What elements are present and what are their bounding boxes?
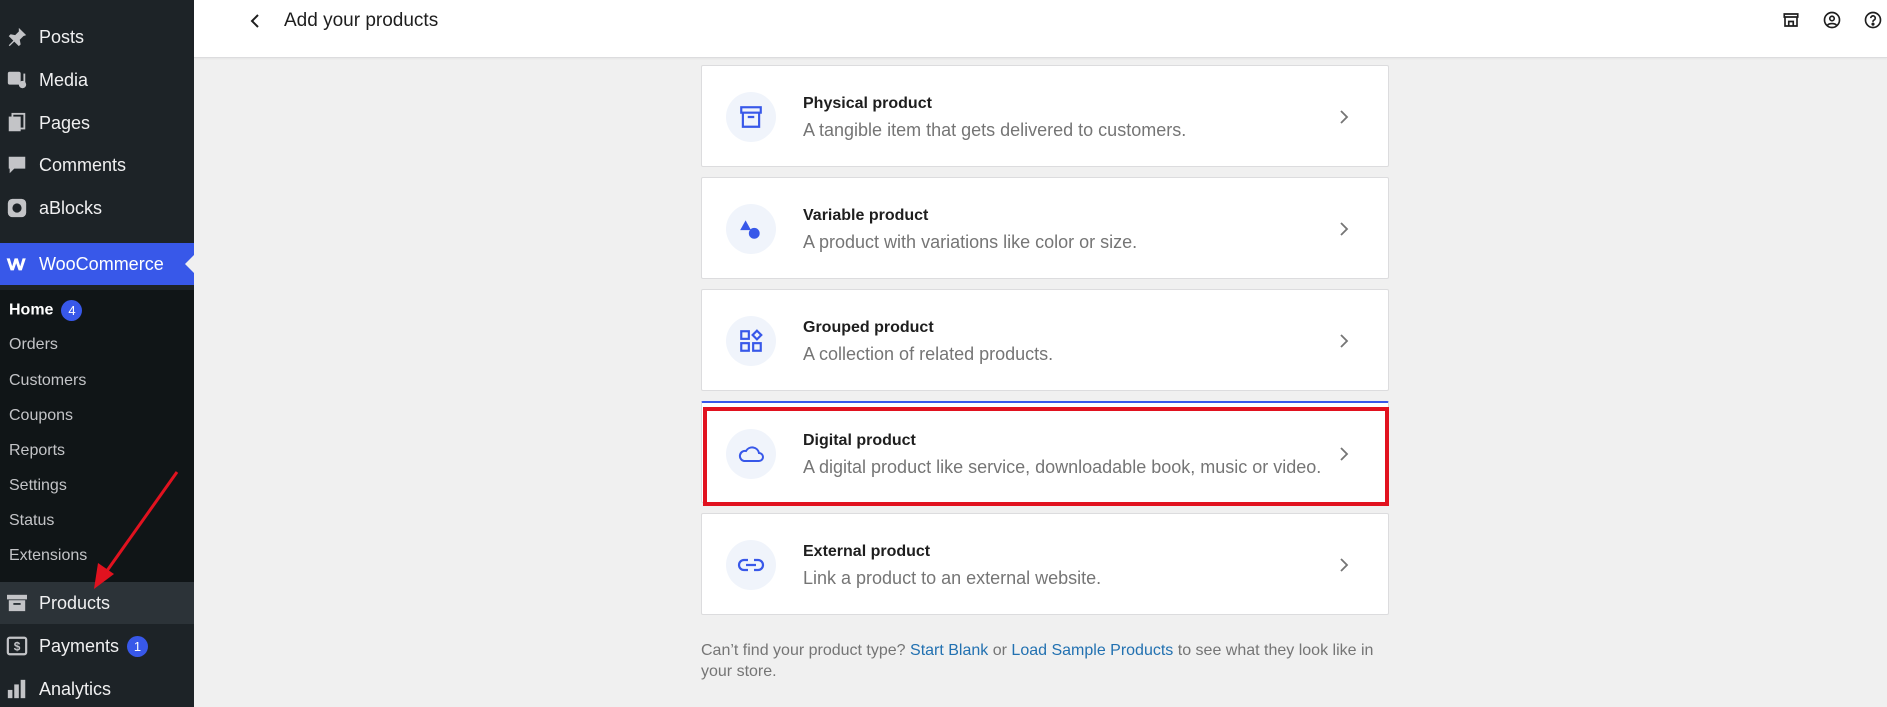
page-title: Add your products: [284, 10, 439, 31]
menu-analytics[interactable]: Analytics: [0, 668, 194, 707]
svg-text:$: $: [14, 640, 21, 654]
card-title: Grouped product: [803, 319, 934, 336]
menu-media[interactable]: Media: [0, 59, 194, 101]
submenu-settings[interactable]: Settings: [9, 477, 67, 495]
card-external-product[interactable]: External product Link a product to an ex…: [701, 513, 1389, 615]
menu-payments[interactable]: $ Payments 1: [0, 625, 194, 667]
menu-payments-label: Payments: [39, 635, 120, 656]
help-icon[interactable]: [1863, 10, 1883, 30]
submenu-orders[interactable]: Orders: [9, 336, 58, 354]
menu-products[interactable]: Products: [0, 582, 194, 624]
load-sample-products-link[interactable]: Load Sample Products: [1011, 642, 1173, 659]
back-arrow-icon[interactable]: [246, 12, 264, 30]
card-description: A product with variations like color or …: [803, 232, 1138, 252]
menu-comments[interactable]: Comments: [0, 144, 194, 186]
submenu-home-label: Home: [9, 301, 54, 319]
card-title: External product: [803, 543, 931, 560]
card-title: Physical product: [803, 95, 932, 112]
menu-products-label: Products: [39, 592, 111, 613]
archive-icon: [4, 590, 30, 616]
card-description: A collection of related products.: [803, 344, 1054, 364]
archive-box-icon: [726, 92, 776, 142]
start-blank-link[interactable]: Start Blank: [910, 642, 988, 659]
woo-icon: [4, 251, 30, 277]
home-badge: 4: [61, 300, 83, 321]
chevron-right-icon: [1334, 555, 1354, 575]
admin-sidebar: Posts Media Pages Comments aBlocks WooCo…: [0, 0, 194, 707]
menu-ablocks-label: aBlocks: [39, 197, 103, 218]
chevron-right-icon: [1334, 444, 1354, 464]
comment-icon: [4, 152, 30, 178]
active-indicator: [185, 255, 194, 273]
menu-woocommerce[interactable]: WooCommerce: [0, 243, 194, 285]
menu-media-label: Media: [39, 69, 89, 90]
card-physical-product[interactable]: Physical product A tangible item that ge…: [701, 65, 1389, 167]
shapes-icon: [726, 204, 776, 254]
submenu-coupons[interactable]: Coupons: [9, 407, 73, 425]
footer-prefix: Can’t find your product type?: [701, 642, 906, 659]
payments-badge: 1: [127, 635, 149, 657]
chevron-right-icon: [1334, 331, 1354, 351]
submenu-extensions[interactable]: Extensions: [9, 547, 87, 565]
chevron-right-icon: [1334, 219, 1354, 239]
card-grouped-product[interactable]: Grouped product A collection of related …: [701, 289, 1389, 391]
card-description: Link a product to an external website.: [803, 568, 1102, 588]
card-digital-product[interactable]: Digital product A digital product like s…: [701, 401, 1389, 503]
menu-posts-label: Posts: [39, 26, 85, 47]
chevron-right-icon: [1334, 107, 1354, 127]
chart-icon: [4, 676, 30, 702]
top-header: Add your products: [194, 0, 1887, 58]
link-icon: [726, 540, 776, 590]
cloud-icon: [726, 429, 776, 479]
menu-woocommerce-label: WooCommerce: [39, 253, 164, 274]
menu-comments-label: Comments: [39, 154, 127, 175]
account-icon[interactable]: [1822, 10, 1842, 30]
dollar-icon: $: [4, 633, 30, 659]
blocks-icon: [726, 316, 776, 366]
pin-icon: [4, 24, 30, 50]
card-description: A tangible item that gets delivered to c…: [803, 120, 1187, 140]
submenu-reports[interactable]: Reports: [9, 442, 65, 460]
submenu-customers[interactable]: Customers: [9, 372, 86, 390]
card-description: A digital product like service, download…: [803, 457, 1322, 477]
card-title: Digital product: [803, 432, 916, 449]
card-variable-product[interactable]: Variable product A product with variatio…: [701, 177, 1389, 279]
menu-pages-label: Pages: [39, 112, 91, 133]
card-title: Variable product: [803, 207, 929, 224]
menu-posts[interactable]: Posts: [0, 16, 194, 58]
submenu-status[interactable]: Status: [9, 512, 54, 530]
submenu-home[interactable]: Home 4: [9, 300, 83, 321]
footer-note: Can’t find your product type? Start Blan…: [701, 640, 1401, 682]
menu-analytics-label: Analytics: [39, 678, 112, 699]
media-icon: [4, 67, 30, 93]
woocommerce-submenu: Home 4 Orders Customers Coupons Reports S…: [0, 290, 194, 582]
store-icon[interactable]: [1781, 10, 1801, 30]
menu-ablocks[interactable]: aBlocks: [0, 187, 194, 229]
menu-pages[interactable]: Pages: [0, 102, 194, 144]
footer-or: or: [992, 642, 1007, 659]
ablocks-icon: [4, 195, 30, 221]
pages-icon: [4, 110, 30, 136]
